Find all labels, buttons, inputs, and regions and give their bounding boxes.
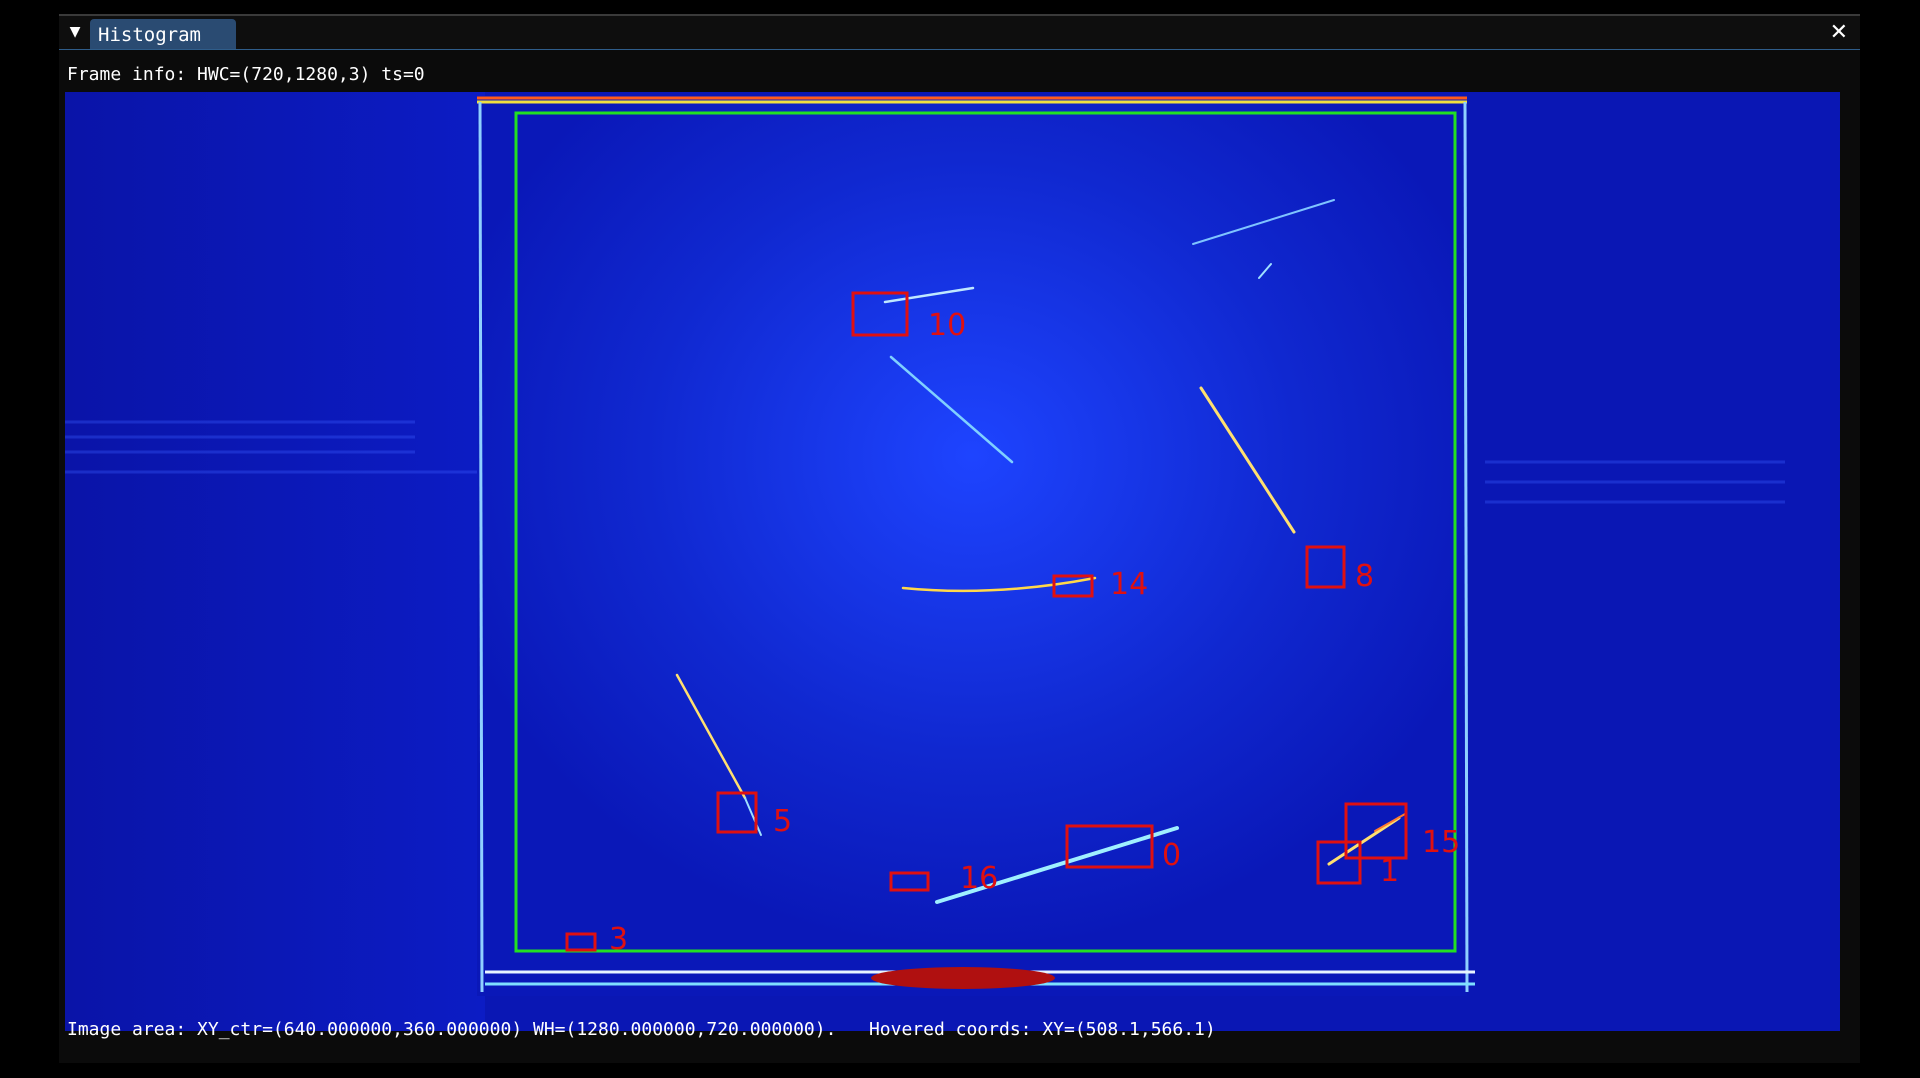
bottom-blob	[871, 967, 1055, 989]
frame-info: Frame info: HWC=(720,1280,3) ts=0	[67, 64, 425, 85]
image-viewport[interactable]: 10 14 8 5 0 15 1 16 3	[65, 92, 1840, 1031]
detection-label: 10	[928, 308, 966, 343]
hovered-coords: Hovered coords: XY=(508.1,566.1)	[868, 1019, 1216, 1040]
detection-label: 16	[960, 861, 998, 896]
detection-label: 8	[1355, 559, 1374, 594]
heatmap-image: 10 14 8 5 0 15 1 16 3	[65, 92, 1840, 1031]
close-icon[interactable]: ✕	[1830, 19, 1848, 47]
window-title: Histogram	[98, 24, 201, 46]
detection-label: 5	[773, 804, 792, 839]
collapse-triangle-icon[interactable]: ▼	[65, 20, 85, 44]
detection-label: 15	[1422, 825, 1460, 860]
detection-label: 0	[1162, 838, 1181, 873]
plate-right-edge	[1463, 101, 1469, 993]
status-bar: Image area: XY_ctr=(640.000000,360.00000…	[67, 1019, 1216, 1040]
tab-histogram[interactable]: Histogram	[90, 19, 236, 49]
detection-label: 3	[609, 922, 628, 957]
detection-label: 14	[1110, 567, 1148, 602]
detection-label: 1	[1380, 854, 1399, 889]
plate-left-edge	[478, 101, 484, 993]
image-area-info: Image area: XY_ctr=(640.000000,360.00000…	[67, 1019, 837, 1040]
histogram-window: ▼ Histogram ✕ Frame info: HWC=(720,1280,…	[59, 14, 1860, 1063]
window-titlebar[interactable]: ▼ Histogram ✕	[59, 16, 1860, 50]
